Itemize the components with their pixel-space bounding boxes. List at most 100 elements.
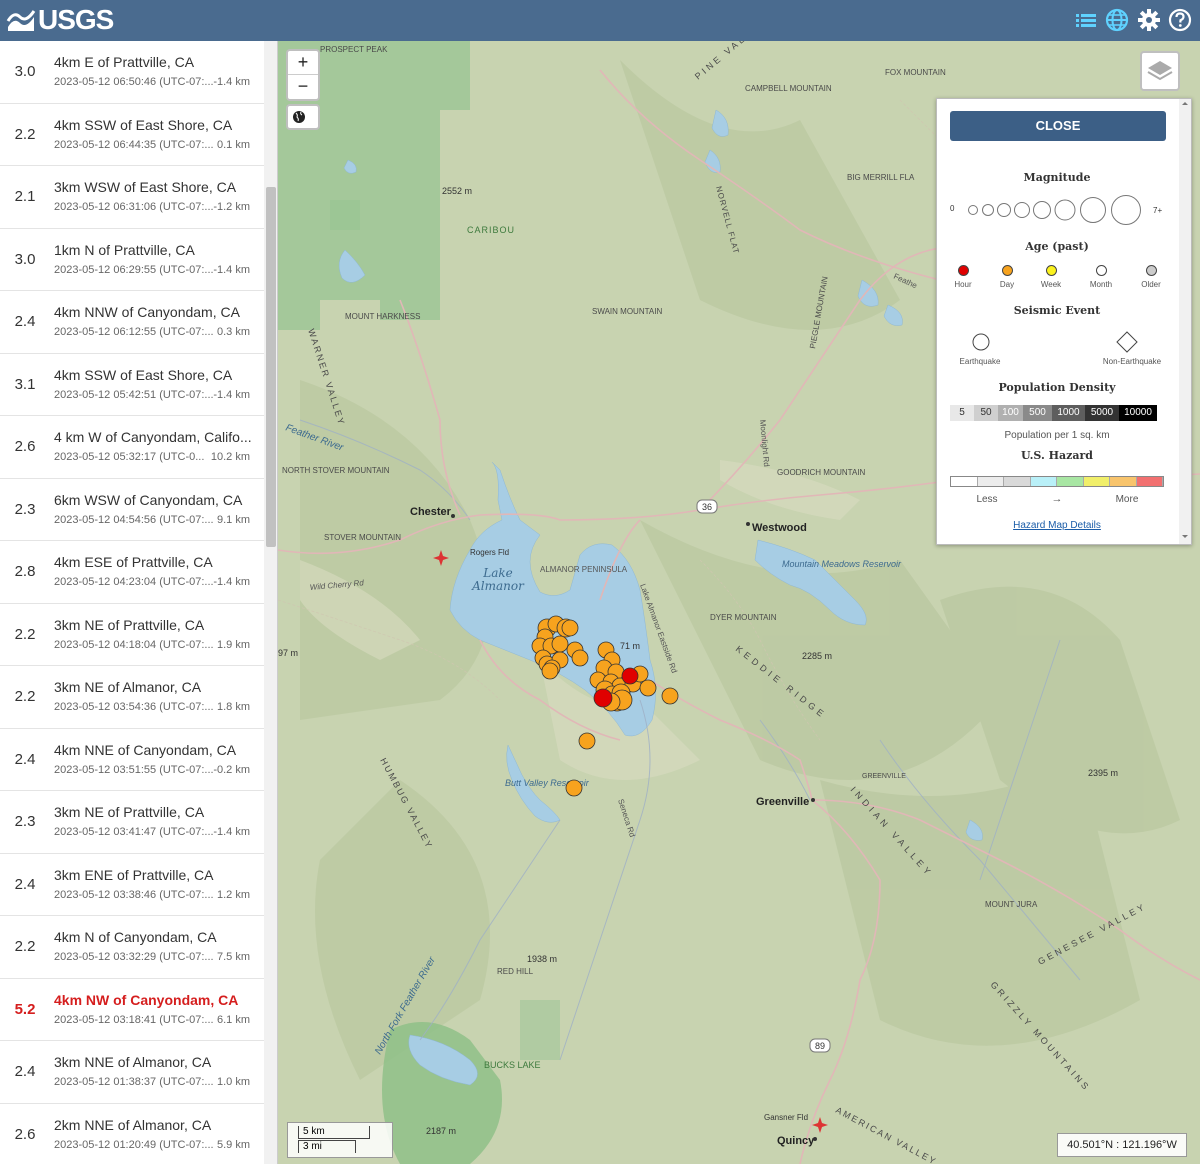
earthquake-marker[interactable] — [621, 667, 639, 685]
list-icon[interactable] — [1074, 8, 1098, 32]
legend-population-title: Population Density — [998, 381, 1116, 394]
population-swatch: 5000 — [1085, 405, 1119, 421]
earthquake-magnitude: 2.4 — [14, 875, 36, 893]
globe-locate-icon[interactable] — [288, 106, 318, 128]
earthquake-marker[interactable] — [571, 649, 589, 667]
earthquake-place: 4km N of Canyondam, CA — [54, 929, 217, 945]
population-swatch: 500 — [1023, 405, 1052, 421]
earthquake-place: 4km SSW of East Shore, CA — [54, 366, 233, 383]
earthquake-list-items: 3.0 4km E of Prattville, CA 2023-05-12 06:… — [0, 41, 264, 1164]
globe-icon[interactable] — [1105, 8, 1129, 32]
earthquake-magnitude: 3.0 — [14, 63, 36, 81]
map-label-elev-2187: 2187 m — [426, 1126, 456, 1136]
legend-age-row: Hour Day Week Month Older — [937, 265, 1177, 295]
population-swatch: 100 — [998, 405, 1023, 421]
legend-hazard-title: U.S. Hazard — [1020, 449, 1093, 462]
legend-panel: CLOSE Magnitude 0 7+ Age (past) Hour Day W… — [936, 98, 1192, 545]
hazard-swatch — [951, 477, 978, 486]
earthquake-depth: 1.2 km — [216, 888, 250, 901]
earthquake-magnitude: 2.2 — [14, 625, 36, 643]
map-label-fox-mountain: FOX MOUNTAIN — [885, 68, 946, 77]
route-shield-36: 36 — [696, 499, 718, 514]
earthquake-list-item[interactable]: 2.2 3km NE of Almanor, CA 2023-05-12 03:54… — [0, 666, 264, 729]
zoom-in-button[interactable]: + — [288, 51, 318, 75]
earthquake-magnitude: 3.1 — [14, 375, 36, 393]
earthquake-marker[interactable] — [639, 679, 657, 697]
earthquake-place: 4km NNW of Canyondam, CA — [54, 304, 240, 320]
earthquake-depth: 0.1 km — [216, 138, 250, 151]
earthquake-depth: 7.5 km — [216, 951, 250, 963]
earthquake-list-item[interactable]: 2.2 4km SSW of East Shore, CA 2023-05-12 0… — [0, 104, 264, 166]
gear-icon[interactable] — [1137, 8, 1161, 32]
earthquake-magnitude: 2.4 — [14, 750, 36, 768]
earthquake-place: 4km SSW of East Shore, CA — [54, 116, 233, 133]
non-earthquake-symbol-icon — [1116, 331, 1138, 353]
map-label-mountain-meadows: Mountain Meadows Reservoir — [782, 559, 902, 569]
legend-non-earthquake-label: Non-Earthquake — [1102, 357, 1162, 366]
earthquake-list-item[interactable]: 2.2 4km N of Canyondam, CA 2023-05-12 03:3… — [0, 916, 264, 979]
earthquake-marker[interactable] — [661, 687, 679, 705]
earthquake-list-item[interactable]: 2.6 4 km W of Canyondam, Califo... 2023-05… — [0, 416, 264, 479]
earthquake-magnitude: 5.2 — [14, 1000, 36, 1018]
close-button[interactable]: CLOSE — [950, 111, 1166, 141]
earthquake-list-item[interactable]: 3.0 4km E of Prattville, CA 2023-05-12 06:… — [0, 41, 264, 104]
earthquake-list-item[interactable]: 2.1 3km WSW of East Shore, CA 2023-05-12 0… — [0, 166, 264, 229]
hazard-swatch — [1030, 477, 1057, 486]
earthquake-place: 3km NE of Almanor, CA — [54, 679, 202, 695]
map-label-greenville-small: GREENVILLE — [862, 773, 906, 780]
earthquake-magnitude: 3.0 — [14, 250, 36, 268]
earthquake-marker[interactable] — [551, 635, 569, 653]
earthquake-marker[interactable] — [593, 688, 613, 708]
earthquake-time: 2023-05-12 06:29:55 (UTC-07:... — [54, 263, 214, 276]
earthquake-place: 4km ESE of Prattville, CA — [54, 554, 213, 570]
map-label-bucks-lake: BUCKS LAKE — [484, 1060, 541, 1070]
earthquake-magnitude: 2.6 — [14, 1125, 36, 1143]
zoom-out-button[interactable]: − — [288, 75, 318, 99]
list-scrollbar[interactable] — [264, 41, 277, 1164]
layers-icon[interactable] — [1142, 53, 1178, 89]
earthquake-list-item[interactable]: 2.6 2km NNE of Almanor, CA 2023-05-12 01:2… — [0, 1104, 264, 1164]
earthquake-list-item[interactable]: 2.2 3km NE of Prattville, CA 2023-05-12 04… — [0, 604, 264, 666]
usgs-logo[interactable]: USGS — [6, 4, 114, 36]
earthquake-list-item[interactable]: 2.8 4km ESE of Prattville, CA 2023-05-12 0… — [0, 541, 264, 604]
earthquake-list-item[interactable]: 3.0 1km N of Prattville, CA 2023-05-12 06:… — [0, 229, 264, 291]
map-scale-bar: 5 km 3 mi — [287, 1122, 393, 1158]
earthquake-list-item[interactable]: 2.4 4km NNE of Canyondam, CA 2023-05-12 03… — [0, 729, 264, 791]
earthquake-marker[interactable] — [565, 779, 583, 797]
hazard-less-label: Less — [976, 494, 998, 505]
list-scrollbar-thumb[interactable] — [266, 187, 276, 547]
earthquake-time: 2023-05-12 01:38:37 (UTC-07:... — [54, 1076, 214, 1088]
coordinates-readout: 40.501°N : 121.196°W — [1057, 1133, 1187, 1157]
help-icon[interactable] — [1168, 8, 1192, 32]
earthquake-place: 6km WSW of Canyondam, CA — [54, 491, 243, 508]
earthquake-place: 4km E of Prattville, CA — [54, 54, 195, 70]
earthquake-marker[interactable] — [541, 662, 559, 680]
age-day-label: Day — [999, 280, 1015, 289]
earthquake-time: 2023-05-12 03:32:29 (UTC-07:... — [54, 951, 214, 963]
earthquake-list-item[interactable]: 5.2 4km NW of Canyondam, CA 2023-05-12 03:… — [0, 979, 264, 1041]
earthquake-list-item[interactable]: 2.3 6km WSW of Canyondam, CA 2023-05-12 04… — [0, 479, 264, 541]
svg-text:36: 36 — [702, 502, 712, 512]
earthquake-depth: 1.0 km — [216, 1076, 250, 1088]
earthquake-list-item[interactable]: 3.1 4km SSW of East Shore, CA 2023-05-12 0… — [0, 354, 264, 416]
earthquake-marker[interactable] — [561, 619, 579, 637]
map-label-elev-71: 71 m — [620, 641, 640, 651]
age-month-swatch — [1096, 265, 1107, 276]
layers-control[interactable] — [1140, 51, 1180, 91]
earthquake-list[interactable]: 3.0 4km E of Prattville, CA 2023-05-12 06:… — [0, 41, 278, 1164]
earthquake-list-item[interactable]: 2.4 3km ENE of Prattville, CA 2023-05-12 0… — [0, 854, 264, 916]
earthquake-list-item[interactable]: 2.4 4km NNW of Canyondam, CA 2023-05-12 06… — [0, 291, 264, 354]
earthquake-place: 3km NE of Prattville, CA — [54, 616, 205, 633]
map-label-stover-mountain: STOVER MOUNTAIN — [324, 533, 401, 542]
earthquake-list-item[interactable]: 2.3 3km NE of Prattville, CA 2023-05-12 03… — [0, 791, 264, 854]
age-month-label: Month — [1089, 280, 1113, 289]
usgs-wave-icon — [6, 10, 36, 31]
earthquake-depth: 1.8 km — [216, 701, 250, 713]
age-older-swatch — [1146, 265, 1157, 276]
earthquake-list-item[interactable]: 2.4 3km NNE of Almanor, CA 2023-05-12 01:3… — [0, 1041, 264, 1104]
earthquake-marker[interactable] — [578, 732, 596, 750]
earthquake-time: 2023-05-12 03:51:55 (UTC-07:... — [54, 763, 214, 776]
hazard-map-details-link[interactable]: Hazard Map Details — [937, 520, 1177, 531]
legend-scrollbar[interactable] — [1179, 99, 1191, 544]
location-control[interactable] — [286, 104, 320, 130]
